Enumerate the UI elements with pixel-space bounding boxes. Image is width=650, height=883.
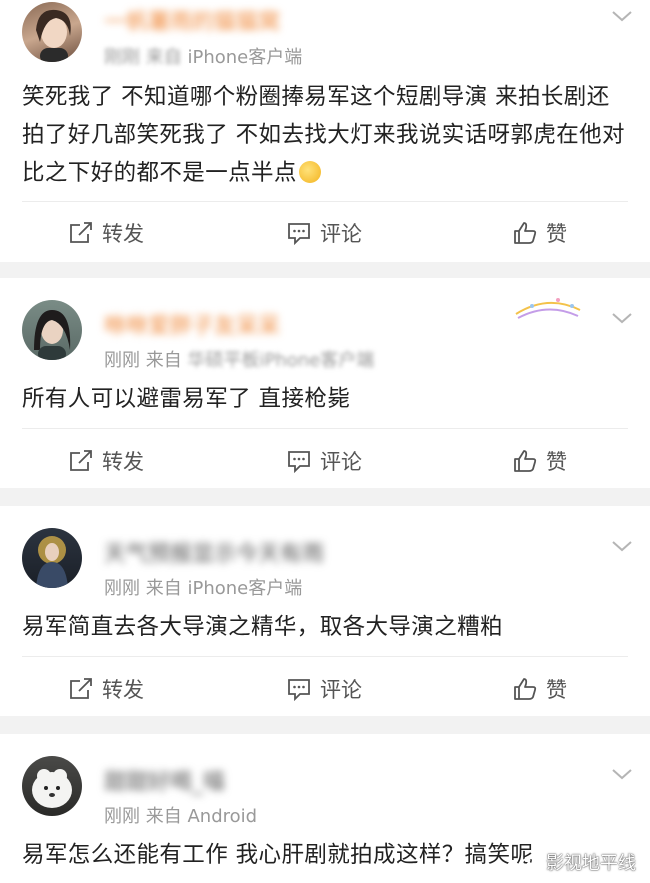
- post-text: 所有人可以避雷易军了 直接枪毙: [22, 386, 351, 412]
- watermark-text: 影视地平线: [546, 853, 636, 874]
- repost-label: 转发: [102, 450, 144, 474]
- username[interactable]: 甜甜好喝_喵: [104, 764, 225, 796]
- like-label: 赞: [546, 222, 567, 246]
- post-source: iPhone客户端: [187, 47, 303, 68]
- username[interactable]: 天气预报显示今天有雨: [104, 536, 324, 568]
- post-meta: 刚刚 来自 Android: [104, 802, 257, 828]
- username[interactable]: 一帆薯雨的猫猫窝: [104, 4, 280, 36]
- comment-card: 一帆薯雨的猫猫窝 刚刚 来自 iPhone客户端 笑死我了 不知道哪个粉圈捧易军…: [0, 0, 650, 262]
- divider: [22, 656, 628, 657]
- source-prefix: 来自: [145, 350, 182, 371]
- repost-button[interactable]: 转发: [68, 213, 144, 253]
- comment-button[interactable]: 评论: [286, 213, 362, 253]
- repost-button[interactable]: 转发: [68, 441, 144, 481]
- repost-button[interactable]: 转发: [68, 669, 144, 709]
- share-icon: [70, 222, 92, 243]
- weibo-logo-icon: [521, 854, 541, 871]
- chevron-down-icon[interactable]: [610, 762, 634, 786]
- comment-label: 评论: [320, 678, 362, 702]
- avatar[interactable]: [22, 756, 82, 816]
- comment-icon: [288, 679, 310, 702]
- comment-button[interactable]: 评论: [286, 441, 362, 481]
- like-button[interactable]: 赞: [512, 669, 567, 709]
- comment-button[interactable]: 评论: [286, 669, 362, 709]
- like-label: 赞: [546, 450, 567, 474]
- post-source: Android: [187, 806, 258, 827]
- chevron-down-icon[interactable]: [610, 306, 634, 330]
- avatar-image: [36, 536, 68, 588]
- share-icon: [70, 450, 92, 471]
- chevron-down-icon[interactable]: [610, 4, 634, 28]
- thumbs-up-icon: [514, 222, 537, 244]
- chevron-down-icon[interactable]: [610, 534, 634, 558]
- avatar[interactable]: [22, 528, 82, 588]
- like-button[interactable]: 赞: [512, 441, 567, 481]
- action-bar: 转发 评论 赞: [0, 669, 650, 709]
- repost-label: 转发: [102, 678, 144, 702]
- watermark: 影视地平线: [520, 849, 636, 875]
- post-text-body: 笑死我了 不知道哪个粉圈捧易军这个短剧导演 来拍长剧还拍了好几部笑死我了 不如去…: [22, 84, 625, 186]
- post-meta: 刚刚 来自 华硕平板iPhone客户端: [104, 346, 374, 372]
- comment-label: 评论: [320, 222, 362, 246]
- post-text: 易军简直去各大导演之精华，取各大导演之糟粕: [22, 614, 503, 640]
- sparkle-badge-icon: [515, 298, 581, 319]
- source-prefix: 来自: [145, 806, 182, 827]
- thumbs-up-icon: [514, 678, 537, 700]
- post-time: 刚刚: [104, 350, 140, 371]
- post-meta: 刚刚 来自 iPhone客户端: [104, 574, 302, 600]
- post-time: 刚刚: [104, 47, 140, 68]
- laughing-crying-emoji-icon: [298, 161, 321, 183]
- source-prefix: 来自: [145, 578, 182, 599]
- divider: [22, 428, 628, 429]
- action-bar: 转发 评论 赞: [0, 213, 650, 253]
- avatar-image: [36, 9, 71, 62]
- source-prefix: 来自: [145, 47, 182, 68]
- thumbs-up-icon: [514, 450, 537, 472]
- avatar-image: [34, 310, 71, 360]
- post-source: iPhone客户端: [187, 578, 303, 599]
- comment-icon: [288, 451, 310, 474]
- divider: [22, 201, 628, 202]
- post-time: 刚刚: [104, 578, 140, 599]
- comment-card: 咻咻爱胖子友呆呆 刚刚 来自 华硕平板iPhone客户端 所有人可以避雷易军了 …: [0, 278, 650, 488]
- repost-label: 转发: [102, 222, 144, 246]
- avatar[interactable]: [22, 300, 82, 360]
- share-icon: [70, 678, 92, 699]
- comment-icon: [288, 223, 310, 246]
- comment-label: 评论: [320, 450, 362, 474]
- post-source: 华硕平板iPhone客户端: [187, 350, 375, 371]
- username[interactable]: 咻咻爱胖子友呆呆: [104, 308, 280, 340]
- comment-feed: 一帆薯雨的猫猫窝 刚刚 来自 iPhone客户端 笑死我了 不知道哪个粉圈捧易军…: [0, 0, 650, 883]
- avatar[interactable]: [22, 2, 82, 62]
- comment-card: 天气预报显示今天有雨 刚刚 来自 iPhone客户端 易军简直去各大导演之精华，…: [0, 506, 650, 716]
- post-meta: 刚刚 来自 iPhone客户端: [104, 43, 302, 69]
- post-text: 笑死我了 不知道哪个粉圈捧易军这个短剧导演 来拍长剧还拍了好几部笑死我了 不如去…: [22, 78, 630, 192]
- post-time: 刚刚: [104, 806, 140, 827]
- action-bar: 转发 评论 赞: [0, 441, 650, 481]
- avatar-image: [32, 769, 72, 808]
- like-button[interactable]: 赞: [512, 213, 567, 253]
- like-label: 赞: [546, 678, 567, 702]
